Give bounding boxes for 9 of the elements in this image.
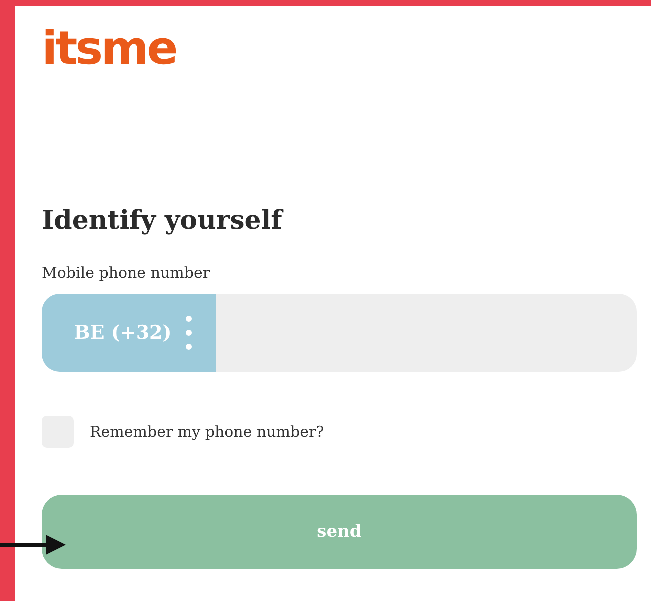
country-code-selector[interactable]: BE (+32) (42, 294, 216, 372)
phone-field[interactable]: BE (+32) (42, 294, 637, 372)
annotation-arrow (0, 535, 66, 555)
more-icon (186, 316, 192, 350)
logo: itsme (42, 20, 176, 76)
checkbox-label: Remember my phone number? (90, 423, 324, 441)
send-button[interactable]: send (42, 495, 637, 569)
field-label: Mobile phone number (42, 264, 210, 282)
page-heading: Identify yourself (42, 206, 282, 236)
